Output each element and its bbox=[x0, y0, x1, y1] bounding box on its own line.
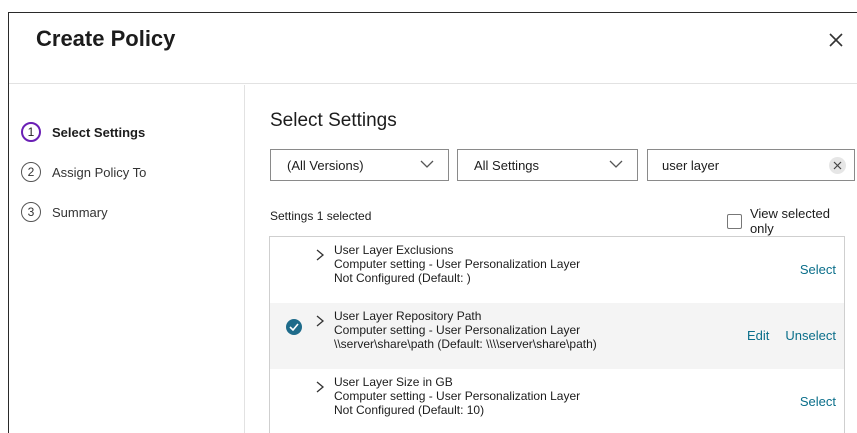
setting-value: Not Configured (Default: ) bbox=[334, 271, 471, 285]
category-filter-value: All Settings bbox=[474, 157, 540, 173]
step-number: 2 bbox=[21, 162, 41, 182]
step-assign-policy-to[interactable]: 2 Assign Policy To bbox=[21, 161, 146, 183]
select-link[interactable]: Select bbox=[800, 394, 836, 409]
step-label: Summary bbox=[52, 204, 108, 220]
settings-count: Settings 1 selected bbox=[270, 209, 372, 223]
setting-details: User Layer Exclusions Computer setting -… bbox=[334, 243, 580, 285]
edit-link[interactable]: Edit bbox=[747, 328, 769, 343]
chevron-down-icon bbox=[420, 160, 434, 168]
view-selected-checkbox[interactable] bbox=[727, 213, 742, 229]
check-circle-icon bbox=[286, 319, 302, 335]
setting-value: \\server\share\path (Default: \\\\server… bbox=[334, 337, 597, 351]
chevron-right-icon[interactable] bbox=[315, 315, 325, 327]
section-title: Select Settings bbox=[270, 110, 397, 131]
create-policy-dialog: Create Policy 1 Select Settings 2 Assign… bbox=[8, 12, 857, 433]
chevron-right-icon[interactable] bbox=[315, 381, 325, 393]
dialog-header: Create Policy bbox=[9, 13, 857, 84]
setting-details: User Layer Size in GB Computer setting -… bbox=[334, 375, 580, 417]
list-item: User Layer Size in GB Computer setting -… bbox=[270, 369, 844, 433]
list-item: User Layer Exclusions Computer setting -… bbox=[270, 237, 844, 303]
step-number: 3 bbox=[21, 202, 41, 222]
setting-name: User Layer Exclusions bbox=[334, 243, 454, 257]
unselect-link[interactable]: Unselect bbox=[785, 328, 836, 343]
category-filter-dropdown[interactable]: All Settings bbox=[457, 149, 638, 181]
setting-name: User Layer Repository Path bbox=[334, 309, 482, 323]
settings-list: User Layer Exclusions Computer setting -… bbox=[269, 236, 845, 433]
list-item: User Layer Repository Path Computer sett… bbox=[270, 303, 844, 369]
search-value: user layer bbox=[662, 157, 720, 173]
chevron-right-icon[interactable] bbox=[315, 249, 325, 261]
setting-type: Computer setting - User Personalization … bbox=[334, 323, 581, 337]
setting-value: Not Configured (Default: 10) bbox=[334, 403, 485, 417]
select-link[interactable]: Select bbox=[800, 262, 836, 277]
step-number: 1 bbox=[21, 122, 41, 142]
step-label: Select Settings bbox=[52, 124, 146, 140]
chevron-down-icon bbox=[609, 160, 623, 168]
step-select-settings[interactable]: 1 Select Settings bbox=[21, 121, 145, 143]
close-icon bbox=[833, 161, 842, 170]
version-filter-value: (All Versions) bbox=[287, 157, 364, 173]
view-selected-only-toggle[interactable]: View selected only bbox=[727, 206, 857, 236]
step-summary[interactable]: 3 Summary bbox=[21, 201, 108, 223]
setting-type: Computer setting - User Personalization … bbox=[334, 257, 581, 271]
view-selected-label: View selected only bbox=[749, 206, 830, 236]
version-filter-dropdown[interactable]: (All Versions) bbox=[270, 149, 449, 181]
main-panel: Select Settings (All Versions) All Setti… bbox=[246, 85, 857, 433]
wizard-steps: 1 Select Settings 2 Assign Policy To 3 S… bbox=[9, 85, 245, 433]
setting-type: Computer setting - User Personalization … bbox=[334, 389, 581, 403]
setting-name: User Layer Size in GB bbox=[334, 375, 453, 389]
dialog-title: Create Policy bbox=[36, 26, 176, 51]
step-label: Assign Policy To bbox=[52, 164, 147, 180]
setting-details: User Layer Repository Path Computer sett… bbox=[334, 309, 597, 351]
close-icon[interactable] bbox=[825, 29, 847, 51]
search-input[interactable]: user layer bbox=[647, 149, 855, 181]
clear-search-button[interactable] bbox=[829, 157, 846, 174]
